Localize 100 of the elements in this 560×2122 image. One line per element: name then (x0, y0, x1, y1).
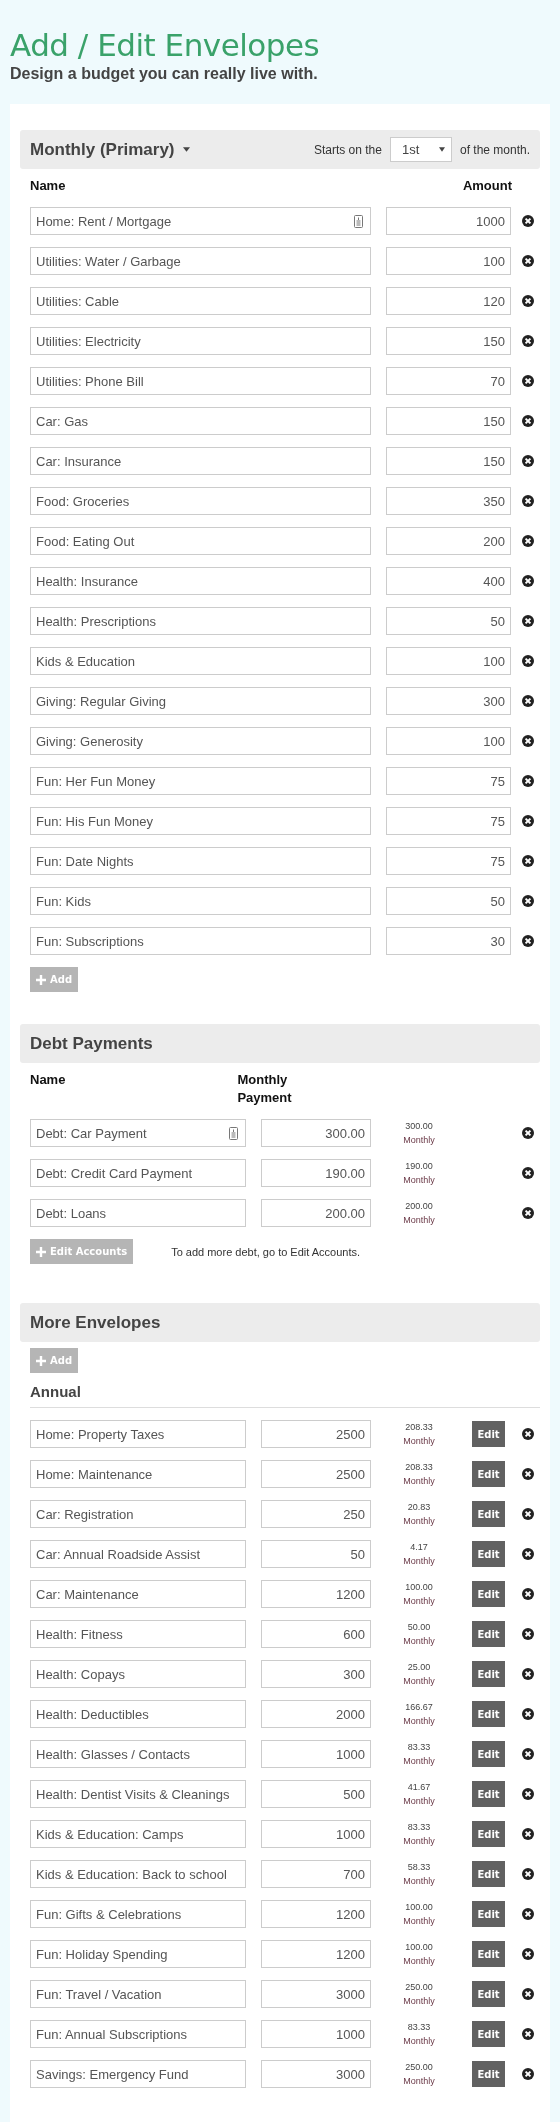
amount-field[interactable]: 50 (261, 1540, 371, 1568)
amount-field[interactable]: 190.00 (261, 1159, 371, 1187)
amount-field[interactable]: 200 (386, 527, 511, 555)
remove-icon[interactable] (522, 255, 534, 267)
edit-button[interactable]: Edit (472, 1701, 505, 1727)
remove-icon[interactable] (522, 335, 534, 347)
amount-field[interactable]: 1000 (261, 2020, 371, 2048)
amount-field[interactable]: 70 (386, 367, 511, 395)
amount-field[interactable]: 3000 (261, 1980, 371, 2008)
remove-icon[interactable] (522, 1828, 534, 1840)
text-field[interactable]: Utilities: Water / Garbage (30, 247, 371, 275)
section-title[interactable]: Monthly (Primary) (30, 139, 190, 160)
remove-icon[interactable] (522, 695, 534, 707)
text-field[interactable]: Utilities: Phone Bill (30, 367, 371, 395)
remove-icon[interactable] (522, 2068, 534, 2080)
text-field[interactable]: Fun: Gifts & Celebrations (30, 1900, 246, 1928)
edit-button[interactable]: Edit (472, 1661, 505, 1687)
amount-field[interactable]: 300 (386, 687, 511, 715)
edit-button[interactable]: Edit (472, 1981, 505, 2007)
remove-icon[interactable] (522, 655, 534, 667)
remove-icon[interactable] (522, 375, 534, 387)
remove-icon[interactable] (522, 2028, 534, 2040)
amount-field[interactable]: 300 (261, 1660, 371, 1688)
day-select[interactable]: 1st (389, 137, 452, 162)
text-field[interactable]: Fun: Kids (30, 887, 371, 915)
remove-icon[interactable] (522, 1868, 534, 1880)
text-field[interactable]: Health: Dentist Visits & Cleanings (30, 1780, 246, 1808)
edit-button[interactable]: Edit (472, 1581, 505, 1607)
edit-button[interactable]: Edit (472, 2061, 505, 2087)
remove-icon[interactable] (522, 455, 534, 467)
edit-button[interactable]: Edit (472, 1901, 505, 1927)
amount-field[interactable]: 1000 (261, 1740, 371, 1768)
remove-icon[interactable] (522, 1167, 534, 1179)
remove-icon[interactable] (522, 1428, 534, 1440)
text-field[interactable]: Giving: Generosity (30, 727, 371, 755)
amount-field[interactable]: 700 (261, 1860, 371, 1888)
text-field[interactable]: Utilities: Electricity (30, 327, 371, 355)
remove-icon[interactable] (522, 1988, 534, 2000)
text-field[interactable]: Health: Prescriptions (30, 607, 371, 635)
amount-field[interactable]: 250 (261, 1500, 371, 1528)
text-field[interactable]: Kids & Education: Camps (30, 1820, 246, 1848)
edit-button[interactable]: Edit (472, 2021, 505, 2047)
remove-icon[interactable] (522, 1468, 534, 1480)
edit-button[interactable]: Edit (472, 1821, 505, 1847)
text-field[interactable]: Savings: Emergency Fund (30, 2060, 246, 2088)
amount-field[interactable]: 30 (386, 927, 511, 955)
amount-field[interactable]: 50 (386, 607, 511, 635)
remove-icon[interactable] (522, 815, 534, 827)
edit-button[interactable]: Edit (472, 1501, 505, 1527)
amount-field[interactable]: 500 (261, 1780, 371, 1808)
amount-field[interactable]: 300.00 (261, 1119, 371, 1147)
text-field[interactable]: Health: Deductibles (30, 1700, 246, 1728)
edit-button[interactable]: Edit (472, 1781, 505, 1807)
remove-icon[interactable] (522, 935, 534, 947)
text-field[interactable]: Health: Glasses / Contacts (30, 1740, 246, 1768)
text-field[interactable]: Health: Copays (30, 1660, 246, 1688)
text-field[interactable]: Food: Groceries (30, 487, 371, 515)
text-field[interactable]: Fun: Travel / Vacation (30, 1980, 246, 2008)
text-field[interactable]: Home: Property Taxes (30, 1420, 246, 1448)
text-field[interactable]: Giving: Regular Giving (30, 687, 371, 715)
amount-field[interactable]: 120 (386, 287, 511, 315)
amount-field[interactable]: 600 (261, 1620, 371, 1648)
amount-field[interactable]: 150 (386, 447, 511, 475)
remove-icon[interactable] (522, 535, 534, 547)
amount-field[interactable]: 100 (386, 247, 511, 275)
text-field[interactable]: Fun: Date Nights (30, 847, 371, 875)
text-field[interactable]: Home: Rent / Mortgage (30, 207, 371, 235)
remove-icon[interactable] (522, 1588, 534, 1600)
remove-icon[interactable] (522, 215, 534, 227)
text-field[interactable]: Fun: Holiday Spending (30, 1940, 246, 1968)
remove-icon[interactable] (522, 1508, 534, 1520)
text-field[interactable]: Debt: Loans (30, 1199, 246, 1227)
text-field[interactable]: Home: Maintenance (30, 1460, 246, 1488)
remove-icon[interactable] (522, 295, 534, 307)
text-field[interactable]: Health: Fitness (30, 1620, 246, 1648)
remove-icon[interactable] (522, 1207, 534, 1219)
text-field[interactable]: Utilities: Cable (30, 287, 371, 315)
text-field[interactable]: Car: Annual Roadside Assist (30, 1540, 246, 1568)
text-field[interactable]: Car: Gas (30, 407, 371, 435)
amount-field[interactable]: 400 (386, 567, 511, 595)
amount-field[interactable]: 2000 (261, 1700, 371, 1728)
amount-field[interactable]: 100 (386, 727, 511, 755)
amount-field[interactable]: 2500 (261, 1420, 371, 1448)
remove-icon[interactable] (522, 615, 534, 627)
text-field[interactable]: Car: Insurance (30, 447, 371, 475)
text-field[interactable]: Car: Registration (30, 1500, 246, 1528)
edit-button[interactable]: Edit (472, 1861, 505, 1887)
amount-field[interactable]: 50 (386, 887, 511, 915)
remove-icon[interactable] (522, 895, 534, 907)
text-field[interactable]: Debt: Credit Card Payment (30, 1159, 246, 1187)
remove-icon[interactable] (522, 1628, 534, 1640)
amount-field[interactable]: 2500 (261, 1460, 371, 1488)
amount-field[interactable]: 150 (386, 327, 511, 355)
remove-icon[interactable] (522, 1548, 534, 1560)
text-field[interactable]: Food: Eating Out (30, 527, 371, 555)
remove-icon[interactable] (522, 495, 534, 507)
edit-button[interactable]: Edit (472, 1941, 505, 1967)
remove-icon[interactable] (522, 575, 534, 587)
edit-button[interactable]: Edit (472, 1421, 505, 1447)
text-field[interactable]: Fun: Subscriptions (30, 927, 371, 955)
